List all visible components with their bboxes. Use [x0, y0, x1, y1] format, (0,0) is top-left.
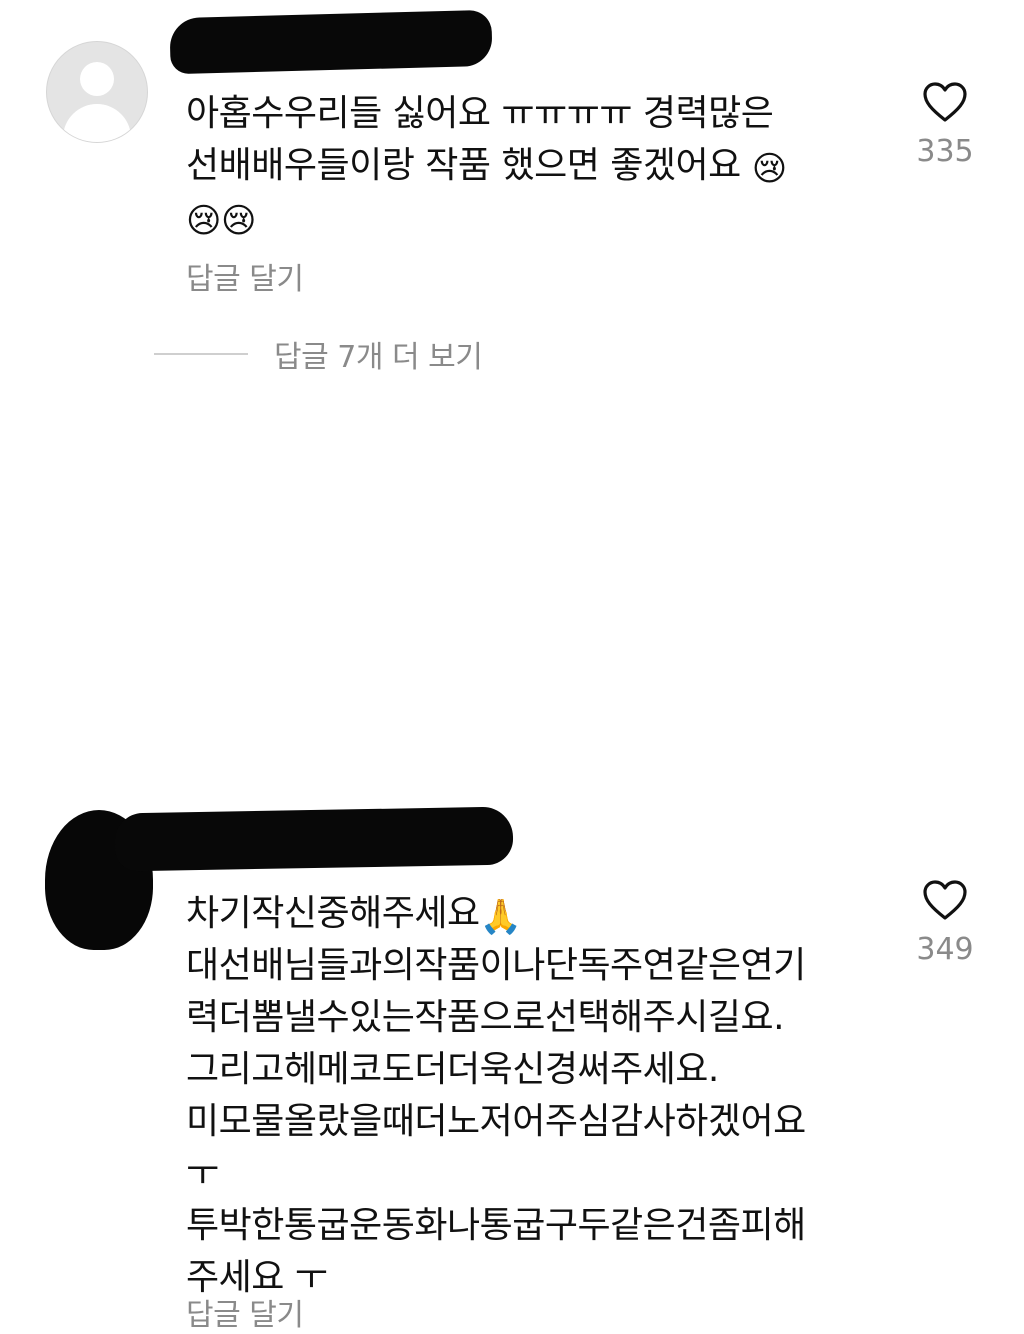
folded-hands-emoji: 🙏: [479, 897, 522, 937]
comment-text: 차기작신중해주세요🙏 대선배님들과의작품이나단독주연같은연기 력더뽐낼수있는작품…: [186, 888, 866, 1304]
crying-face-emoji: 😢: [751, 149, 787, 189]
comment-line: ㅜ: [186, 1153, 219, 1194]
reply-button[interactable]: 답글 달기: [186, 254, 304, 298]
view-more-replies[interactable]: 답글 7개 더 보기: [154, 334, 483, 375]
like-area: 335: [905, 80, 985, 169]
crying-face-emoji: 😢: [220, 201, 256, 241]
reply-button[interactable]: 답글 달기: [186, 1290, 304, 1334]
comment-line: 아홉수우리들 싫어요 ㅠㅠㅠㅠ 경력많은: [186, 93, 774, 134]
comment-line: 대선배님들과의작품이나단독주연같은연기: [186, 945, 806, 986]
default-profile-icon: [80, 62, 114, 96]
comment-text: 아홉수우리들 싫어요 ㅠㅠㅠㅠ 경력많은 선배배우들이랑 작품 했으면 좋겠어요…: [186, 88, 866, 244]
comment-line: 투박한통굽운동화나통굽구두같은건좀피해: [186, 1205, 806, 1246]
comment-line-text: 선배배우들이랑 작품 했으면 좋겠어요: [186, 145, 741, 186]
comment-line: 😢😢: [186, 192, 866, 244]
default-profile-icon: [63, 104, 131, 142]
comment-line-text: 차기작신중해주세요: [186, 893, 480, 934]
comment-item: 아홉수우리들 싫어요 ㅠㅠㅠㅠ 경력많은 선배배우들이랑 작품 했으면 좋겠어요…: [0, 0, 1024, 310]
avatar[interactable]: [46, 41, 148, 143]
comment-item: 차기작신중해주세요🙏 대선배님들과의작품이나단독주연같은연기 력더뽐낼수있는작품…: [0, 400, 1024, 1333]
comment-line: 그리고헤메코도더더욱신경써주세요.: [186, 1049, 719, 1090]
like-count: 335: [916, 134, 974, 169]
divider-line: [154, 353, 248, 355]
crying-face-emoji: 😢: [186, 201, 221, 241]
redacted-username: [169, 9, 493, 75]
comment-line: 미모물올랐을때더노저어주심감사하겠어요: [186, 1101, 806, 1142]
view-more-replies-label: 답글 7개 더 보기: [274, 340, 483, 375]
redacted-username: [114, 806, 514, 872]
comment-line: 차기작신중해주세요🙏: [186, 888, 866, 940]
heart-outline-icon[interactable]: [921, 80, 969, 124]
like-count: 349: [916, 932, 974, 967]
comment-line: 선배배우들이랑 작품 했으면 좋겠어요 😢: [186, 140, 866, 192]
comment-line: 력더뽐낼수있는작품으로선택해주시길요.: [186, 997, 785, 1038]
heart-outline-icon[interactable]: [921, 878, 969, 922]
